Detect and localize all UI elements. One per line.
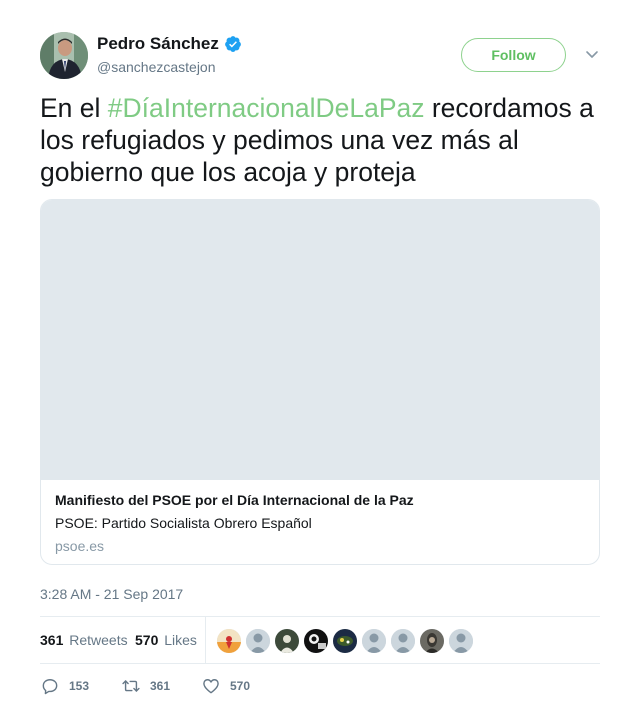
retweet-button[interactable]: 361 — [121, 676, 170, 696]
retweet-icon — [122, 680, 140, 692]
retweets-count: 361 — [40, 632, 64, 648]
reply-button[interactable]: 153 — [40, 676, 89, 696]
reply-icon — [42, 679, 58, 695]
tweet-actions: 153 361 570 — [40, 676, 600, 696]
reply-count: 153 — [69, 679, 90, 693]
liker-avatar[interactable] — [275, 629, 299, 653]
likes-count: 570 — [135, 632, 159, 648]
liker-avatar[interactable] — [217, 629, 241, 653]
likes-label: Likes — [164, 632, 197, 648]
author-name[interactable]: Pedro Sánchez — [97, 34, 219, 54]
card-description: PSOE: Partido Socialista Obrero Español — [55, 515, 312, 531]
follow-button[interactable]: Follow — [461, 38, 566, 72]
liker-avatar[interactable] — [333, 629, 357, 653]
likes-stat[interactable]: 570 Likes — [135, 632, 197, 648]
tweet-timestamp[interactable]: 3:28 AM - 21 Sep 2017 — [40, 586, 183, 602]
retweet-count: 361 — [150, 679, 171, 693]
card-domain: psoe.es — [55, 538, 105, 554]
hashtag-link[interactable]: #DíaInternacionalDeLaPaz — [108, 93, 425, 123]
tweet-text: En el #DíaInternacionalDeLaPaz recordamo… — [40, 92, 600, 188]
liker-avatar[interactable] — [420, 629, 444, 653]
heart-icon — [203, 679, 219, 694]
tweet-text-before: En el — [40, 93, 108, 123]
liker-avatar[interactable] — [246, 629, 270, 653]
author-name-row: Pedro Sánchez — [97, 34, 242, 54]
verified-badge-icon — [224, 36, 241, 52]
retweets-stat[interactable]: 361 Retweets — [40, 632, 128, 648]
liker-avatar[interactable] — [449, 629, 473, 653]
tweet: Pedro Sánchez @sanchezcastejon Follow En… — [40, 0, 600, 725]
avatar[interactable] — [40, 32, 88, 79]
link-card[interactable]: Manifiesto del PSOE por el Día Internaci… — [40, 199, 600, 565]
like-count: 570 — [230, 679, 251, 693]
retweets-label: Retweets — [69, 632, 128, 648]
card-title: Manifiesto del PSOE por el Día Internaci… — [55, 492, 414, 508]
liker-avatar[interactable] — [304, 629, 328, 653]
liker-avatar[interactable] — [362, 629, 386, 653]
tweet-stats: 361 Retweets 570 Likes — [40, 616, 600, 664]
card-image — [41, 200, 599, 480]
chevron-down-icon[interactable] — [585, 49, 599, 61]
like-button[interactable]: 570 — [201, 676, 250, 696]
author-handle[interactable]: @sanchezcastejon — [97, 59, 216, 75]
liker-avatar[interactable] — [391, 629, 415, 653]
tweet-header: Pedro Sánchez @sanchezcastejon Follow — [40, 32, 600, 80]
stats-divider — [205, 617, 206, 663]
